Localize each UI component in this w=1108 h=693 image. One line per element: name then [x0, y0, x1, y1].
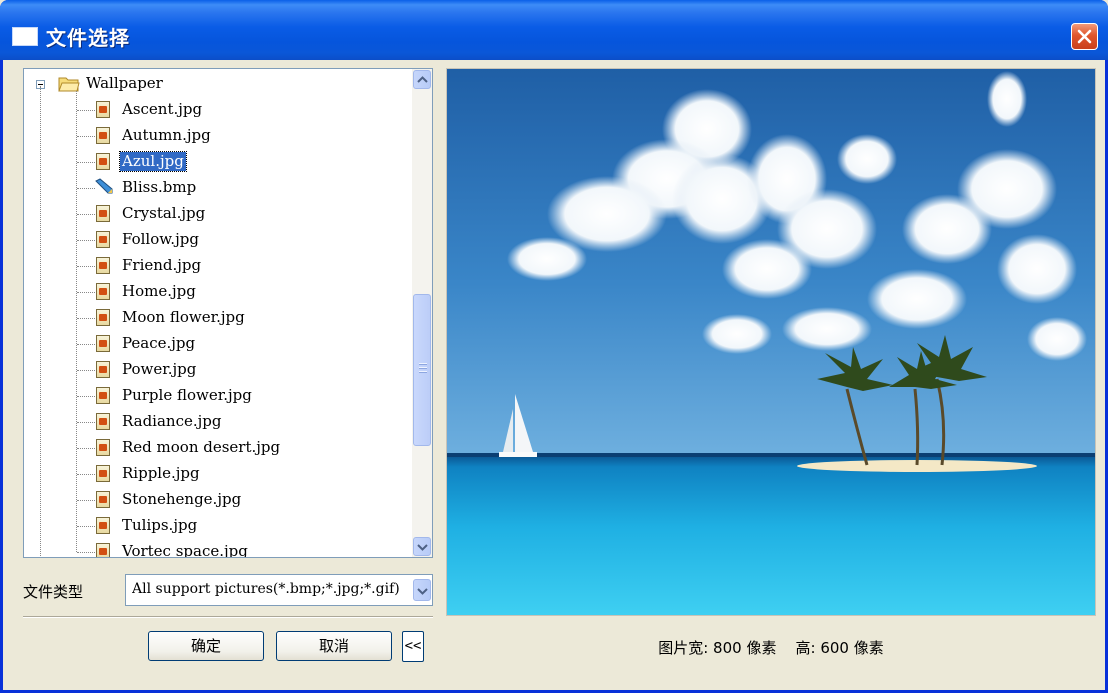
window-title: 文件选择: [46, 26, 130, 50]
tree-file-label: Radiance.jpg: [122, 412, 222, 430]
tree-file-row[interactable]: Power.jpg: [24, 357, 414, 383]
tree-file-label: Tulips.jpg: [122, 516, 198, 534]
jpg-file-icon: [96, 387, 110, 404]
tree-file-label: Peace.jpg: [122, 334, 196, 352]
file-type-value: All support pictures(*.bmp;*.jpg;*.gif): [132, 581, 400, 597]
tree-file-label: Follow.jpg: [122, 230, 199, 248]
tree-file-row[interactable]: Friend.jpg: [24, 253, 414, 279]
file-tree-list: Wallpaper Ascent.jpg Autumn.jpg Azul.jpg Bl…: [24, 69, 412, 557]
scroll-up-button[interactable]: [413, 70, 431, 89]
tree-file-row[interactable]: Peace.jpg: [24, 331, 414, 357]
title-bar[interactable]: 文件选择: [0, 0, 1108, 60]
tree-file-row[interactable]: Ripple.jpg: [24, 461, 414, 487]
preview-image: [447, 69, 1095, 615]
file-type-select[interactable]: All support pictures(*.bmp;*.jpg;*.gif): [125, 574, 433, 606]
chevron-down-icon: [417, 544, 428, 551]
window-icon: [12, 27, 38, 46]
jpg-file-icon: [96, 517, 110, 534]
jpg-file-icon: [96, 205, 110, 222]
jpg-file-icon: [96, 361, 110, 378]
tree-file-label: Vortec space.jpg: [122, 542, 248, 558]
tree-file-label: Crystal.jpg: [122, 204, 206, 222]
jpg-file-icon: [96, 439, 110, 456]
folder-label: Wallpaper: [86, 74, 163, 92]
tree-file-row[interactable]: Vortec space.jpg: [24, 539, 414, 558]
tree-file-row[interactable]: Red moon desert.jpg: [24, 435, 414, 461]
jpg-file-icon: [96, 101, 110, 118]
tree-file-label: Red moon desert.jpg: [122, 438, 281, 456]
tree-file-label: Power.jpg: [122, 360, 197, 378]
collapse-preview-button[interactable]: <<: [402, 631, 424, 662]
tree-file-label: Azul.jpg: [119, 151, 187, 172]
tree-file-row[interactable]: Stonehenge.jpg: [24, 487, 414, 513]
ok-button[interactable]: 确定: [148, 631, 264, 661]
jpg-file-icon: [96, 491, 110, 508]
bmp-file-icon: [95, 178, 113, 194]
file-tree[interactable]: Wallpaper Ascent.jpg Autumn.jpg Azul.jpg Bl…: [23, 68, 433, 558]
jpg-file-icon: [96, 283, 110, 300]
tree-file-label: Purple flower.jpg: [122, 386, 252, 404]
tree-folder-row[interactable]: Wallpaper: [24, 71, 414, 97]
close-button[interactable]: [1071, 23, 1098, 50]
tree-scrollbar[interactable]: [412, 69, 432, 557]
tree-file-row[interactable]: Radiance.jpg: [24, 409, 414, 435]
tree-file-label: Bliss.bmp: [122, 178, 197, 196]
chevron-down-icon: [417, 588, 428, 595]
divider: [23, 616, 433, 618]
tree-file-label: Ascent.jpg: [122, 100, 203, 118]
dropdown-button[interactable]: [413, 579, 431, 601]
scroll-down-button[interactable]: [413, 537, 431, 556]
tree-file-label: Stonehenge.jpg: [122, 490, 242, 508]
tree-file-label: Autumn.jpg: [122, 126, 211, 144]
cancel-button[interactable]: 取消: [276, 631, 392, 661]
file-type-label: 文件类型: [23, 583, 84, 601]
jpg-file-icon: [96, 153, 110, 170]
close-icon: [1077, 29, 1092, 44]
jpg-file-icon: [96, 257, 110, 274]
tree-file-row[interactable]: Autumn.jpg: [24, 123, 414, 149]
tree-file-row[interactable]: Azul.jpg: [24, 149, 414, 175]
tree-file-row[interactable]: Bliss.bmp: [24, 175, 414, 201]
scroll-thumb[interactable]: [413, 294, 431, 446]
jpg-file-icon: [96, 335, 110, 352]
jpg-file-icon: [96, 543, 110, 557]
tree-file-label: Home.jpg: [122, 282, 196, 300]
tree-file-label: Ripple.jpg: [122, 464, 200, 482]
tree-file-row[interactable]: Purple flower.jpg: [24, 383, 414, 409]
chevron-up-icon: [417, 76, 428, 83]
jpg-file-icon: [96, 127, 110, 144]
image-dimensions: 图片宽: 800 像素 高: 600 像素: [658, 639, 884, 657]
jpg-file-icon: [96, 309, 110, 326]
jpg-file-icon: [96, 413, 110, 430]
tree-file-row[interactable]: Crystal.jpg: [24, 201, 414, 227]
tree-file-row[interactable]: Home.jpg: [24, 279, 414, 305]
jpg-file-icon: [96, 231, 110, 248]
tree-file-label: Moon flower.jpg: [122, 308, 245, 326]
tree-file-row[interactable]: Moon flower.jpg: [24, 305, 414, 331]
image-preview: [446, 68, 1096, 616]
jpg-file-icon: [96, 465, 110, 482]
tree-file-row[interactable]: Follow.jpg: [24, 227, 414, 253]
tree-file-row[interactable]: Ascent.jpg: [24, 97, 414, 123]
tree-file-row[interactable]: Tulips.jpg: [24, 513, 414, 539]
tree-file-label: Friend.jpg: [122, 256, 202, 274]
